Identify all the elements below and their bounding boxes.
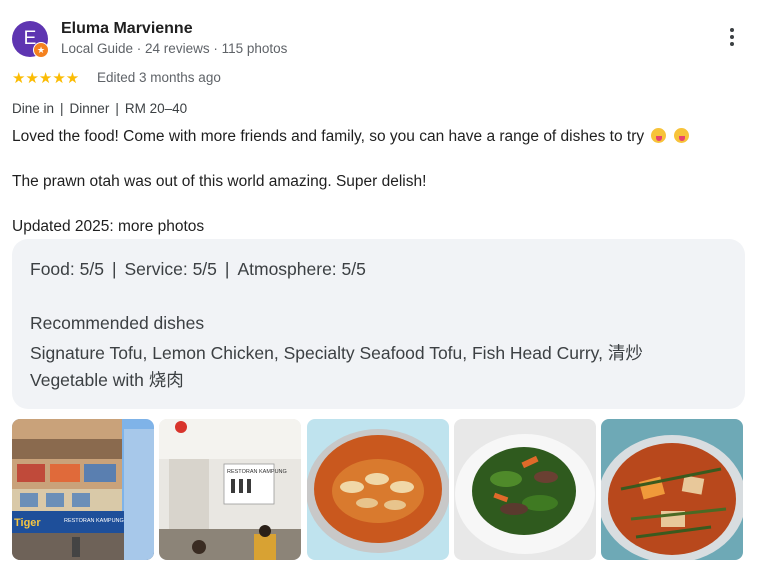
rating-separator: |	[111, 259, 117, 279]
review-paragraph-2: The prawn otah was out of this world ama…	[12, 173, 427, 190]
more-vert-icon	[730, 28, 734, 32]
attribute-separator: |	[115, 101, 119, 116]
local-guide-badge-icon: ★	[33, 42, 49, 58]
reviewer-meta[interactable]: Local Guide · 24 reviews · 115 photos	[61, 41, 287, 56]
prawn-dish-photo[interactable]	[307, 419, 449, 560]
recommended-dishes-line-2: Vegetable with 烧肉	[30, 370, 184, 390]
atmosphere-rating: Atmosphere: 5/5	[237, 259, 366, 279]
review-paragraph-3: Updated 2025: more photos	[12, 218, 205, 235]
attribute-separator: |	[60, 101, 64, 116]
attribute-price: RM 20–40	[124, 101, 188, 116]
ratings-box: Food: 5/5 | Service: 5/5 | Atmosphere: 5/5 R…	[12, 239, 745, 409]
service-rating: Service: 5/5	[124, 259, 217, 279]
more-vert-icon-dot	[730, 42, 734, 46]
tongue-emoji-icon	[673, 128, 689, 143]
interior-sign-text: RESTORAN KAMPUNG	[227, 469, 287, 475]
reviewer-name[interactable]: Eluma Marvienne	[61, 20, 193, 38]
more-options-button[interactable]	[722, 28, 742, 52]
tongue-emoji-icon	[651, 128, 667, 143]
review-text-1: Loved the food! Come with more friends a…	[12, 128, 645, 145]
restaurant-exterior-photo[interactable]: Tiger RESTORAN KAMPUNG WAWU	[12, 419, 154, 560]
visit-attributes: Dine in | Dinner | RM 20–40	[12, 101, 187, 116]
sub-ratings: Food: 5/5 | Service: 5/5 | Atmosphere: 5/5	[30, 259, 366, 280]
edited-timestamp: Edited 3 months ago	[97, 70, 221, 85]
star-rating: ★★★★★	[12, 70, 80, 87]
recommended-heading: Recommended dishes	[30, 313, 205, 333]
recommended-dishes-line-1: Signature Tofu, Lemon Chicken, Specialty…	[30, 343, 643, 363]
restaurant-interior-photo[interactable]: RESTORAN KAMPUNG	[159, 419, 301, 560]
attribute-dine-in: Dine in	[12, 101, 55, 116]
more-vert-icon-dot	[730, 35, 734, 39]
food-rating: Food: 5/5	[30, 259, 104, 279]
vegetable-dish-photo[interactable]	[454, 419, 596, 560]
rating-separator: |	[224, 259, 230, 279]
review-paragraph-1: Loved the food! Come with more friends a…	[12, 128, 689, 146]
attribute-meal: Dinner	[69, 101, 110, 116]
curry-dish-photo[interactable]	[601, 419, 743, 560]
svg-text:Tiger: Tiger	[14, 517, 41, 529]
